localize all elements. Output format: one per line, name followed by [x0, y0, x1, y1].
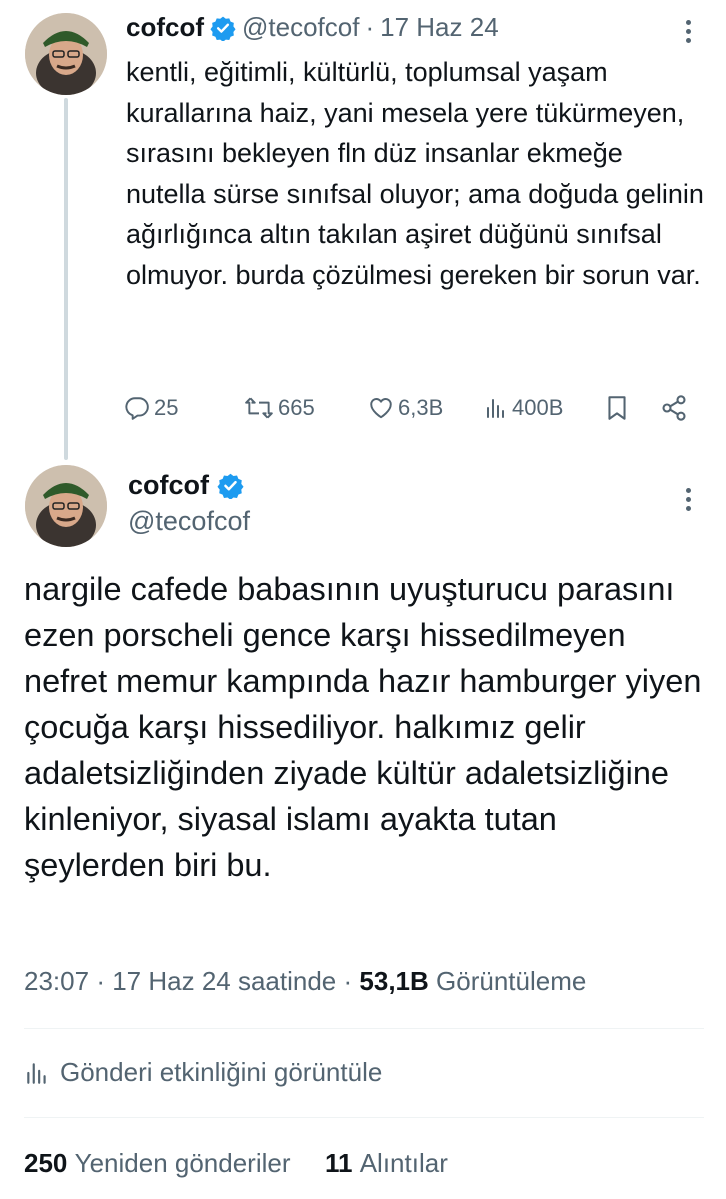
activity-label: Gönderi etkinliğini görüntüle [60, 1057, 383, 1087]
reposts-stat[interactable]: 250 Yeniden gönderiler [24, 1148, 291, 1178]
tweet-actions: 25 665 6,3B 400B [124, 388, 694, 428]
reposts-count: 250 [24, 1148, 68, 1178]
views-button[interactable]: 400B [484, 388, 563, 428]
reply-icon [125, 397, 149, 420]
views-icon [487, 399, 504, 418]
tweet-meta: 23:07 · 17 Haz 24 saatinde · 53,1B Görün… [24, 966, 586, 997]
avatar[interactable] [25, 13, 107, 95]
handle[interactable]: @tecofcof [242, 12, 359, 43]
verified-badge-icon [217, 472, 244, 499]
reply-count: 25 [154, 395, 179, 420]
tweet-date[interactable]: 17 Haz 24 [380, 12, 499, 43]
views-count: 53,1B [359, 966, 429, 996]
thread-line [64, 98, 68, 460]
bookmark-icon [608, 396, 626, 420]
tweet-time[interactable]: 23:07 [24, 966, 89, 996]
analytics-icon [27, 1062, 46, 1084]
like-button[interactable]: 6,3B [368, 388, 443, 428]
quotes-stat[interactable]: 11 Alıntılar [325, 1148, 448, 1178]
share-button[interactable] [660, 388, 688, 428]
views-label: Görüntüleme [436, 966, 587, 996]
repost-count: 665 [278, 395, 315, 420]
views-count: 400B [512, 395, 564, 420]
share-icon [662, 395, 686, 421]
separator: · [343, 966, 353, 996]
divider [24, 1117, 704, 1118]
like-count: 6,3B [398, 395, 444, 420]
repost-button[interactable]: 665 [244, 388, 315, 428]
repost-icon [245, 397, 273, 419]
main-tweet-author: cofcof [128, 470, 244, 501]
reply-button[interactable]: 25 [124, 388, 178, 428]
quotes-count: 11 [324, 1148, 353, 1178]
quotes-label: Alıntılar [359, 1148, 448, 1178]
display-name[interactable]: cofcof [128, 470, 209, 501]
engagement-stats: 250 Yeniden gönderiler 11 Alıntılar [24, 1148, 448, 1179]
verified-badge-icon [210, 15, 236, 41]
like-icon [370, 398, 392, 419]
handle[interactable]: @tecofcof [128, 506, 250, 537]
more-icon[interactable] [683, 488, 693, 511]
separator: · [365, 12, 375, 42]
view-post-activity-link[interactable]: Gönderi etkinliğini görüntüle [24, 1057, 382, 1088]
reposts-label: Yeniden gönderiler [74, 1148, 291, 1178]
separator: · [96, 966, 105, 996]
more-icon[interactable] [683, 20, 693, 43]
avatar[interactable] [25, 465, 107, 547]
divider [24, 1028, 704, 1029]
display-name[interactable]: cofcof [126, 12, 204, 43]
tweet-date[interactable]: 17 Haz 24 saatinde [112, 966, 336, 996]
tweet-text: kentli, eğitimli, kültürlü, toplumsal ya… [126, 57, 704, 290]
reply-tweet-header: cofcof @tecofcof · 17 Haz 24 [126, 12, 499, 43]
bookmark-button[interactable] [604, 388, 630, 428]
tweet-text: nargile cafede babasının uyuşturucu para… [24, 571, 702, 883]
